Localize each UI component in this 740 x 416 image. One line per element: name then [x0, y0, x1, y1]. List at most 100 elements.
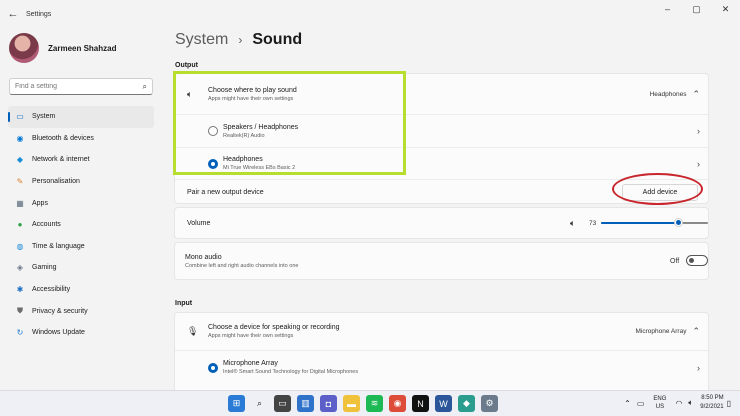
mono-audio-card: Mono audio Combine left and right audio …: [174, 242, 709, 280]
mono-audio-toggle[interactable]: [686, 255, 708, 266]
add-device-button[interactable]: Add device: [622, 184, 698, 201]
device-name: Microphone Array: [223, 360, 278, 367]
clock[interactable]: 8:50 PM 9/2/2021: [700, 394, 723, 412]
language-indicator[interactable]: ENG US: [653, 395, 666, 411]
volume-icon[interactable]: 🔈︎: [688, 398, 693, 408]
chevron-right-icon[interactable]: ›: [697, 363, 700, 373]
device-name: Speakers / Headphones: [223, 123, 299, 131]
radio-button[interactable]: [208, 126, 218, 136]
chevron-up-icon[interactable]: ⌃: [692, 89, 700, 100]
volume-label: Volume: [187, 219, 211, 227]
input-choose-row[interactable]: 🎙︎ Choose a device for speaking or recor…: [175, 313, 708, 350]
user-name: Zarmeen Shahzad: [48, 43, 117, 53]
search-taskbar-icon[interactable]: ⌕: [251, 395, 268, 412]
sidebar-item-gaming[interactable]: ◈ Gaming: [8, 257, 154, 279]
sidebar-item-privacy-security[interactable]: ⛊ Privacy & security: [8, 300, 154, 322]
device-detail: Realtek(R) Audio: [223, 132, 265, 139]
sidebar-item-label: Network & internet: [32, 156, 90, 164]
mono-audio-state: Off: [670, 257, 680, 265]
word-icon[interactable]: W: [435, 395, 452, 412]
chevron-right-icon[interactable]: ›: [697, 126, 700, 136]
widgets-icon[interactable]: ▥: [297, 395, 314, 412]
sidebar-item-label: Bluetooth & devices: [32, 134, 94, 142]
sidebar-item-label: Time & language: [32, 242, 85, 250]
input-card: 🎙︎ Choose a device for speaking or recor…: [174, 312, 709, 390]
sidebar-item-network-internet[interactable]: ◆ Network & internet: [8, 149, 154, 171]
output-choose-row[interactable]: 🔈︎ Choose where to play sound Apps might…: [175, 74, 708, 114]
sidebar-nav: ▭ System ◉ Bluetooth & devices ◆ Network & in…: [8, 106, 154, 344]
chrome-icon[interactable]: ◉: [389, 395, 406, 412]
sidebar-item-accessibility[interactable]: ✱ Accessibility: [8, 279, 154, 301]
mono-audio-title: Mono audio: [185, 253, 222, 261]
sidebar-item-accounts[interactable]: ● Accounts: [8, 214, 154, 236]
input-choose-title: Choose a device for speaking or recordin…: [208, 324, 340, 331]
chat-icon[interactable]: ◘: [320, 395, 337, 412]
breadcrumb-separator: ›: [238, 33, 243, 47]
output-choose-subtitle: Apps might have their own settings: [208, 95, 294, 102]
close-button[interactable]: ✕: [711, 0, 740, 18]
sidebar-item-system[interactable]: ▭ System: [8, 106, 154, 128]
file-explorer-icon[interactable]: ▬: [343, 395, 360, 412]
sidebar-item-label: Apps: [32, 199, 48, 207]
volume-speaker-icon[interactable]: 🔈︎: [570, 218, 575, 229]
avatar: [9, 33, 39, 63]
device-detail: Intel® Smart Sound Technology for Digita…: [223, 369, 359, 375]
system-icon: ▭: [16, 112, 24, 122]
search-box[interactable]: ⌕: [9, 78, 153, 95]
profile[interactable]: Zarmeen Shahzad: [9, 28, 162, 68]
start-icon[interactable]: ⊞: [228, 395, 245, 412]
sidebar-item-label: Windows Update: [32, 329, 85, 337]
input-choose-subtitle: Apps might have their own settings: [208, 333, 294, 339]
volume-slider-thumb[interactable]: [675, 219, 683, 226]
maps-icon[interactable]: ◆: [458, 395, 475, 412]
chevron-right-icon[interactable]: ›: [697, 159, 700, 169]
wifi-icon[interactable]: ◠: [675, 399, 682, 408]
pair-device-label: Pair a new output device: [187, 189, 264, 196]
device-detail: Mi True Wireless EBs Basic 2: [223, 165, 296, 171]
device-name: Headphones: [223, 156, 263, 163]
input-device-row[interactable]: Microphone Array Intel® Smart Sound Tech…: [175, 350, 708, 384]
output-device-row[interactable]: Headphones Mi True Wireless EBs Basic 2 …: [175, 147, 708, 179]
sidebar-item-bluetooth-devices[interactable]: ◉ Bluetooth & devices: [8, 128, 154, 150]
update-icon: ↻: [16, 328, 24, 338]
minimize-button[interactable]: –: [653, 0, 682, 18]
sidebar-item-apps[interactable]: ▦ Apps: [8, 192, 154, 214]
brush-icon: ✎: [16, 177, 24, 187]
pair-device-row: Pair a new output device Add device: [175, 179, 708, 205]
sidebar: Zarmeen Shahzad ⌕ ▭ System ◉ Bluetooth & de…: [0, 28, 162, 337]
sidebar-item-personalisation[interactable]: ✎ Personalisation: [8, 171, 154, 193]
sidebar-item-windows-update[interactable]: ↻ Windows Update: [8, 322, 154, 344]
system-tray: ⌃ ▭ ENG US ◠ 🔈︎ 8:50 PM 9/2/2021 ▯: [621, 394, 734, 412]
sidebar-item-label: Accounts: [32, 221, 61, 229]
main-content: System › Sound Output 🔈︎ Choose where to…: [162, 28, 740, 390]
accounts-icon: ●: [17, 220, 23, 230]
settings-taskbar-icon[interactable]: ⚙: [481, 395, 498, 412]
toggle-knob: [689, 258, 694, 263]
battery-icon[interactable]: ▭: [637, 399, 645, 408]
volume-value: 73: [589, 219, 597, 227]
spotify-icon[interactable]: ≋: [366, 395, 383, 412]
search-icon[interactable]: ⌕: [143, 82, 147, 92]
netflix-icon[interactable]: N: [412, 395, 429, 412]
sidebar-item-label: Gaming: [32, 264, 57, 272]
input-section-label: Input: [175, 300, 193, 307]
chevron-up-icon[interactable]: ⌃: [624, 399, 631, 408]
bluetooth-icon: ◉: [16, 133, 24, 143]
back-arrow-icon[interactable]: ←: [2, 8, 24, 20]
sidebar-item-time-language[interactable]: ◍ Time & language: [8, 236, 154, 258]
output-device-row[interactable]: Speakers / Headphones Realtek(R) Audio ›: [175, 114, 708, 147]
chevron-up-icon[interactable]: ⌃: [692, 326, 700, 337]
maximize-button[interactable]: ▢: [682, 0, 711, 18]
output-section-label: Output: [175, 62, 198, 69]
output-card: 🔈︎ Choose where to play sound Apps might…: [174, 73, 709, 204]
search-input[interactable]: [15, 83, 125, 90]
taskbar-apps: ⊞ ⌕ ▭ ▥ ◘ ▬ ≋ ◉ N W ◆ ⚙: [228, 395, 504, 412]
task-view-icon[interactable]: ▭: [274, 395, 291, 412]
radio-button-selected[interactable]: [208, 362, 218, 373]
gaming-icon: ◈: [16, 263, 24, 273]
notifications-icon[interactable]: ▯: [727, 399, 731, 408]
radio-button-selected[interactable]: [208, 158, 218, 169]
output-choose-title: Choose where to play sound: [208, 86, 297, 94]
breadcrumb-parent[interactable]: System: [175, 31, 228, 49]
shield-icon: ⛊: [17, 306, 23, 316]
